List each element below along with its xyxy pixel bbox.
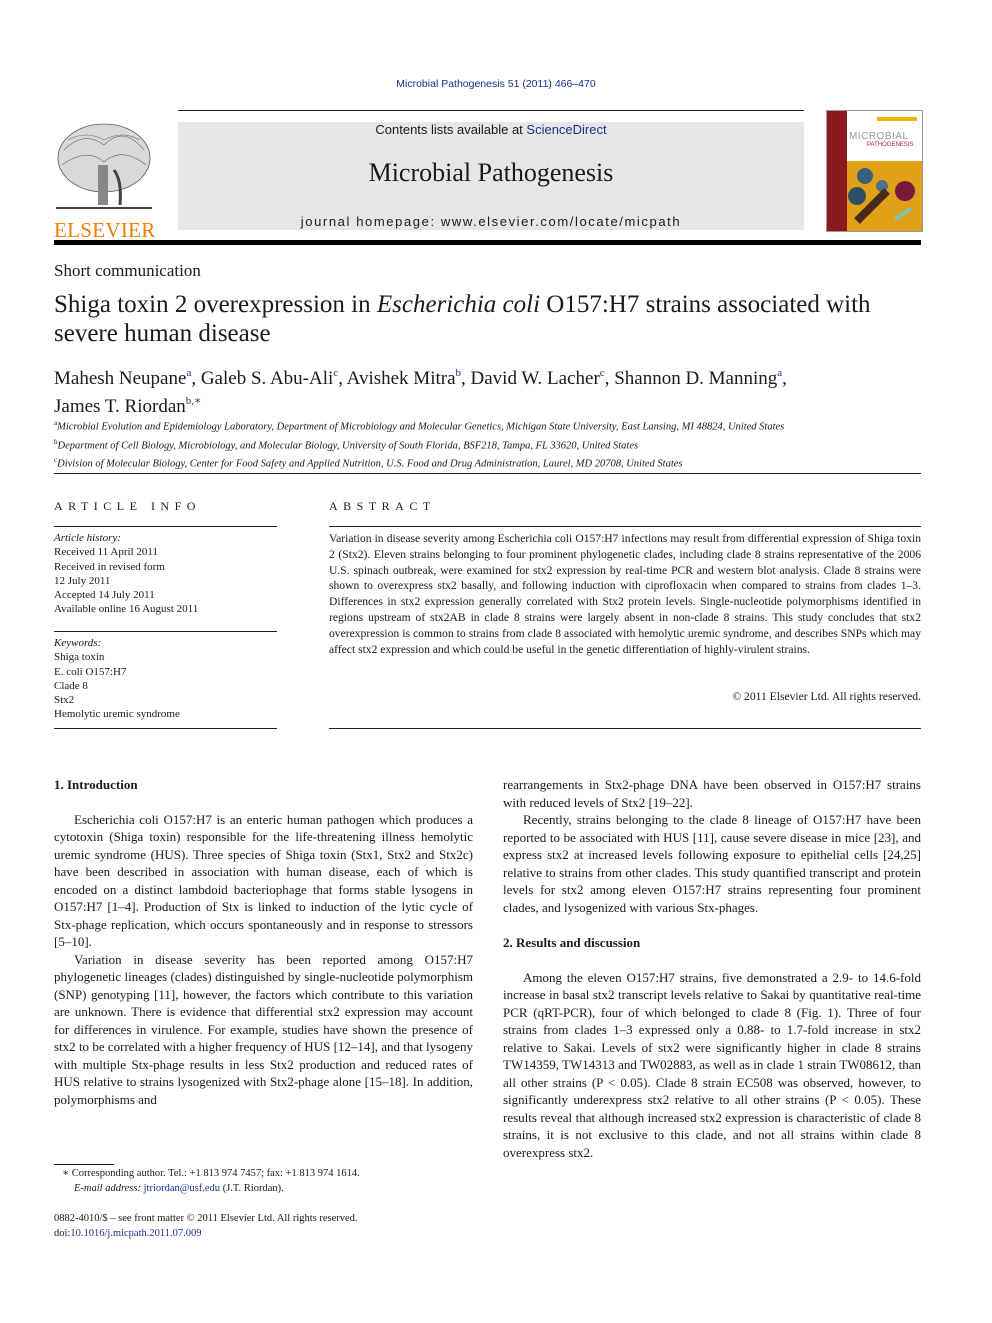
article-title: Shiga toxin 2 overexpression in Escheric… [54,291,871,347]
journal-cover-image[interactable]: MICROBIAL PATHOGENESIS [826,110,923,232]
section-heading-introduction: 1. Introduction [54,777,138,792]
affiliation: cDivision of Molecular Biology, Center f… [54,456,683,470]
affiliation: aMicrobial Evolution and Epidemiology La… [54,419,785,433]
abstract-copyright: © 2011 Elsevier Ltd. All rights reserved… [732,690,921,703]
keyword: E. coli O157:H7 [54,665,127,678]
footnote-rule [54,1164,114,1165]
author[interactable]: Mahesh Neupanea [54,367,191,389]
keywords: Keywords: Shiga toxin E. coli O157:H7 Cl… [54,636,277,722]
keyword: Stx2 [54,694,75,707]
keyword: Hemolytic uremic syndrome [54,708,180,721]
author[interactable]: Galeb S. Abu-Alic [201,367,338,389]
paragraph: Escherichia coli O157:H7 is an enteric h… [54,811,473,950]
header-thick-rule [54,240,921,245]
divider [329,526,921,527]
paragraph: Variation in disease severity has been r… [54,951,473,1107]
journal-banner: Contents lists available at ScienceDirec… [178,122,804,230]
journal-citation[interactable]: Microbial Pathogenesis 51 (2011) 466–470 [0,78,992,90]
abstract-text: Variation in disease severity among Esch… [329,532,921,656]
paragraph: Recently, strains belonging to the clade… [503,812,921,915]
tree-icon [56,123,152,209]
keyword: Clade 8 [54,679,88,692]
article-info-heading: ARTICLE INFO [54,499,201,513]
keyword: Shiga toxin [54,651,105,664]
article-type: Short communication [54,261,201,280]
author[interactable]: Avishek Mitrab [347,367,461,389]
journal-title: Microbial Pathogenesis [368,158,614,187]
author[interactable]: Shannon D. Manninga [614,367,782,389]
divider [54,631,277,632]
divider [54,728,277,729]
divider [54,473,921,474]
doi-link[interactable]: 10.1016/j.micpath.2011.07.009 [70,1228,201,1239]
divider [329,728,921,729]
author[interactable]: David W. Lacherc [471,367,605,389]
affiliations: aMicrobial Evolution and Epidemiology La… [54,416,934,472]
divider [54,526,277,527]
journal-homepage[interactable]: journal homepage: www.elsevier.com/locat… [178,214,804,229]
author-list: Mahesh Neupanea, Galeb S. Abu-Alic, Avis… [54,367,787,417]
affiliation: bDepartment of Cell Biology, Microbiolog… [54,437,639,452]
author-corresponding[interactable]: James T. Riordanb,∗ [54,395,201,417]
elsevier-logo[interactable]: ELSEVIER [54,120,155,242]
section-heading-results: 2. Results and discussion [503,935,641,950]
cover-subtitle: PATHOGENESIS [867,142,914,148]
header-rule [178,110,804,111]
sciencedirect-link[interactable]: ScienceDirect [526,122,606,137]
body-left-column: 1. Introduction Escherichia coli O157:H7… [54,776,473,1108]
cover-art-icon [827,111,922,231]
abstract-heading: ABSTRACT [329,499,436,513]
body-right-column: rearrangements in Stx2-phage DNA have be… [503,776,921,1161]
corresponding-author-footnote: ∗ Corresponding author. Tel.: +1 813 974… [62,1168,360,1194]
paragraph: rearrangements in Stx2-phage DNA have be… [503,777,921,810]
front-matter: 0882-4010/$ – see front matter © 2011 El… [54,1213,358,1239]
paragraph: Among the eleven O157:H7 strains, five d… [503,969,921,1160]
article-history: Article history: Received 11 April 2011 … [54,532,199,616]
cover-title: MICROBIAL [849,131,909,142]
email-link[interactable]: jtriordan@usf.edu [144,1183,220,1194]
contents-line: Contents lists available at ScienceDirec… [375,122,607,137]
